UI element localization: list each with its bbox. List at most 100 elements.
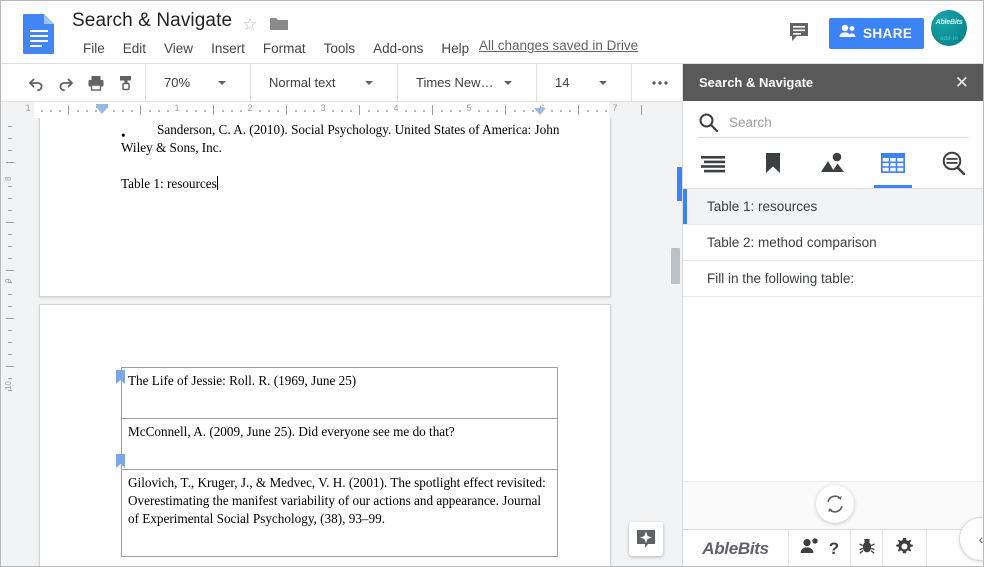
- ruler-number: 7: [612, 103, 618, 113]
- paragraph-style-selector[interactable]: Normal text: [261, 68, 389, 98]
- list-item[interactable]: Fill in the following table:: [683, 261, 983, 297]
- vertical-ruler[interactable]: 8 9 10: [1, 118, 19, 566]
- refresh-button[interactable]: [816, 485, 854, 523]
- sidebar-search-row: [683, 101, 983, 142]
- tab-find[interactable]: [923, 142, 983, 188]
- sidebar-tabs: [683, 142, 983, 189]
- document-caption-text: Table 1: resources: [121, 176, 217, 191]
- menu-item-addons[interactable]: Add-ons: [364, 41, 432, 56]
- table-cell-text: The Life of Jessie: Roll. R. (1969, June…: [128, 373, 357, 388]
- sidebar-refresh-area: [683, 481, 983, 529]
- account-help-cell[interactable]: ?: [789, 530, 851, 566]
- left-indent-bar[interactable]: [96, 104, 108, 108]
- list-item-label: Table 2: method comparison: [707, 235, 877, 250]
- table-row[interactable]: The Life of Jessie: Roll. R. (1969, June…: [121, 367, 558, 419]
- document-paragraph-reference[interactable]: Sanderson, C. A. (2010). Social Psycholo…: [121, 121, 571, 157]
- toolbar-group-fontsize: 14: [537, 63, 632, 102]
- redo-button[interactable]: [51, 68, 81, 98]
- font-size-selector[interactable]: 14: [549, 68, 623, 98]
- comment-icon[interactable]: [789, 22, 811, 42]
- ruler-number: 3: [320, 103, 326, 113]
- save-status[interactable]: All changes saved in Drive: [479, 38, 638, 53]
- document-table[interactable]: The Life of Jessie: Roll. R. (1969, June…: [121, 367, 558, 557]
- vertical-scrollbar-thumb[interactable]: [671, 248, 680, 284]
- menu-item-format[interactable]: Format: [254, 41, 315, 56]
- right-indent-marker[interactable]: [534, 108, 546, 115]
- menu-item-file[interactable]: File: [74, 41, 114, 56]
- paint-format-button[interactable]: [111, 68, 141, 98]
- ruler-number: 8: [4, 176, 13, 181]
- more-options-button[interactable]: [646, 68, 674, 98]
- zoom-value: 70%: [164, 75, 191, 90]
- menu-item-insert[interactable]: Insert: [202, 41, 254, 56]
- document-page-1[interactable]: • Sanderson, C. A. (2010). Social Psycho…: [39, 118, 611, 297]
- chevron-down-icon: [504, 80, 512, 85]
- menu-item-view[interactable]: View: [155, 41, 202, 56]
- avatar[interactable]: AbleBits add-in: [931, 10, 967, 46]
- chevron-down-icon: [365, 80, 373, 85]
- table-cell-text: Gilovich, T., Kruger, J., & Medvec, V. H…: [128, 475, 546, 526]
- table-row[interactable]: Gilovich, T., Kruger, J., & Medvec, V. H…: [121, 469, 558, 557]
- explore-button[interactable]: [629, 522, 663, 556]
- table-icon: [880, 152, 906, 178]
- font-family-value: Times New…: [416, 75, 494, 90]
- list-item[interactable]: Table 2: method comparison: [683, 225, 983, 261]
- table-cell-text: McConnell, A. (2009, June 25). Did every…: [128, 424, 455, 439]
- google-docs-logo-icon: [21, 13, 57, 55]
- find-icon: [940, 151, 966, 180]
- font-size-value: 14: [555, 75, 570, 90]
- document-canvas[interactable]: • Sanderson, C. A. (2010). Social Psycho…: [19, 118, 682, 566]
- top-bar: Search & Navigate ☆ File Edit View Inser…: [1, 1, 983, 64]
- chevron-left-icon: ‹: [978, 531, 984, 547]
- search-input[interactable]: [727, 109, 969, 135]
- share-button-label: SHARE: [863, 26, 913, 41]
- font-family-selector[interactable]: Times New…: [408, 68, 528, 98]
- tab-tables[interactable]: [863, 142, 923, 188]
- list-item-label: Fill in the following table:: [707, 271, 855, 286]
- ruler-number: 1: [25, 103, 31, 113]
- share-button[interactable]: SHARE: [829, 18, 925, 49]
- ruler-number: 1: [174, 103, 180, 113]
- document-title[interactable]: Search & Navigate: [72, 10, 232, 32]
- first-line-indent-marker[interactable]: [96, 107, 108, 114]
- document-page-2[interactable]: The Life of Jessie: Roll. R. (1969, June…: [39, 304, 611, 566]
- help-icon[interactable]: ?: [829, 539, 839, 559]
- menu-item-edit[interactable]: Edit: [114, 41, 155, 56]
- toolbar-group-more: [632, 63, 685, 102]
- image-icon: [820, 152, 846, 179]
- menu-item-help[interactable]: Help: [432, 41, 478, 56]
- chevron-down-icon: [599, 80, 607, 85]
- close-icon[interactable]: ✕: [955, 74, 969, 91]
- report-bug-button[interactable]: [851, 530, 883, 566]
- bookmark-icon: [765, 152, 781, 179]
- text-cursor: [216, 176, 218, 190]
- ruler-number: 10: [4, 381, 13, 390]
- sidebar-title: Search & Navigate: [699, 75, 814, 90]
- list-item[interactable]: Table 1: resources: [683, 189, 983, 225]
- zoom-selector[interactable]: 70%: [158, 68, 242, 98]
- sidebar-result-list[interactable]: Table 1: resources Table 2: method compa…: [683, 189, 983, 481]
- person-add-icon[interactable]: [800, 538, 819, 559]
- bookmark-icon[interactable]: [116, 454, 126, 468]
- document-paragraph-caption[interactable]: Table 1: resources: [121, 175, 561, 193]
- bookmark-icon[interactable]: [116, 370, 126, 384]
- tab-images[interactable]: [803, 142, 863, 188]
- formatting-toolbar: 70% Normal text Times New… 14: [1, 63, 779, 102]
- gear-icon: [895, 537, 914, 561]
- menu-item-tools[interactable]: Tools: [315, 41, 365, 56]
- print-button[interactable]: [81, 68, 111, 98]
- folder-icon[interactable]: [269, 16, 289, 32]
- settings-button[interactable]: [883, 530, 927, 566]
- avatar-sublabel: add-in: [940, 36, 958, 42]
- toolbar-group-actions: [1, 63, 146, 102]
- star-icon[interactable]: ☆: [241, 16, 259, 34]
- ruler-number: 5: [466, 103, 472, 113]
- undo-button[interactable]: [21, 68, 51, 98]
- sidebar-header: Search & Navigate ✕: [683, 64, 983, 101]
- tab-bookmarks[interactable]: [743, 142, 803, 188]
- horizontal-ruler[interactable]: 1 1 2 3 4 5 6 7: [1, 102, 682, 118]
- table-row[interactable]: McConnell, A. (2009, June 25). Did every…: [121, 418, 558, 470]
- tab-headings[interactable]: [683, 142, 743, 188]
- ablebits-logo[interactable]: AbleBits: [683, 530, 789, 566]
- list-item-label: Table 1: resources: [707, 199, 818, 214]
